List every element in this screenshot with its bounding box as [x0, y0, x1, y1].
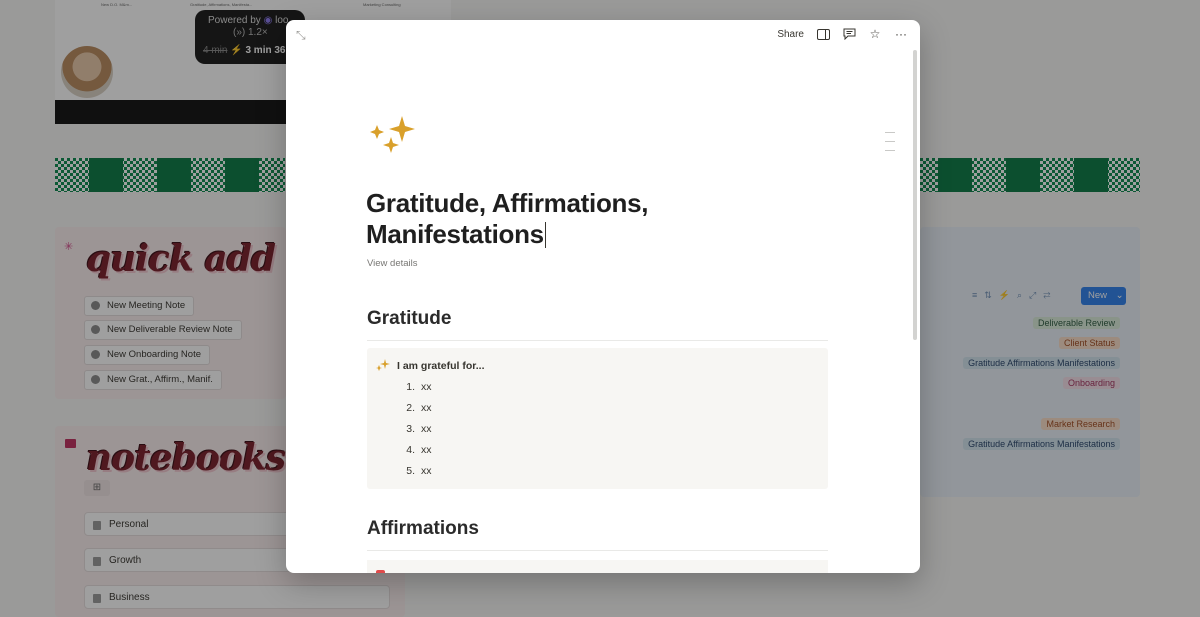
text-caret	[544, 222, 546, 248]
table-of-contents-indicator[interactable]	[885, 132, 895, 159]
list-item[interactable]: 5. xx	[397, 464, 432, 485]
list-number: 1.	[406, 381, 415, 393]
sidebar-icon[interactable]	[816, 27, 830, 41]
sparkles-icon[interactable]	[367, 112, 417, 160]
affirmations-callout[interactable]	[367, 560, 828, 573]
gratitude-list: 1. xx 2. xx 3. xx 4. xx 5. xx	[397, 380, 432, 485]
gratitude-heading[interactable]: Gratitude	[367, 308, 451, 330]
list-item-text: xx	[421, 402, 432, 414]
affirmations-heading[interactable]: Affirmations	[367, 518, 479, 540]
list-item[interactable]: 4. xx	[397, 443, 432, 464]
page-title[interactable]: Gratitude, Affirmations, Manifestations	[366, 188, 726, 250]
heart-icon	[376, 570, 385, 573]
list-number: 3.	[406, 423, 415, 435]
list-item-text: xx	[421, 465, 432, 477]
gratitude-callout[interactable]: I am grateful for... 1. xx 2. xx 3. xx 4. xx 5. x…	[367, 348, 828, 489]
heading-divider	[367, 340, 828, 341]
list-item-text: xx	[421, 444, 432, 456]
heading-divider	[367, 550, 828, 551]
list-item-text: xx	[421, 381, 432, 393]
expand-icon[interactable]: ⤡	[296, 28, 306, 43]
callout-title: I am grateful for...	[397, 360, 485, 372]
list-item-text: xx	[421, 423, 432, 435]
list-item[interactable]: 1. xx	[397, 380, 432, 401]
list-number: 5.	[406, 465, 415, 477]
more-icon[interactable]: ···	[894, 27, 908, 41]
view-details-link[interactable]: View details	[367, 258, 418, 269]
title-line-1: Gratitude, Affirmations,	[366, 188, 649, 218]
sparkles-icon	[376, 359, 390, 371]
share-button[interactable]: Share	[777, 29, 804, 40]
star-icon[interactable]: ☆	[868, 27, 882, 41]
list-number: 4.	[406, 444, 415, 456]
list-item[interactable]: 3. xx	[397, 422, 432, 443]
page-peek-modal: ⤡ Share ☆ ··· Gratitude, Affirmations, M…	[286, 20, 920, 573]
list-number: 2.	[406, 402, 415, 414]
list-item[interactable]: 2. xx	[397, 401, 432, 422]
scrollbar[interactable]	[913, 50, 917, 340]
comment-icon[interactable]	[842, 27, 856, 41]
title-line-2: Manifestations	[366, 219, 544, 249]
